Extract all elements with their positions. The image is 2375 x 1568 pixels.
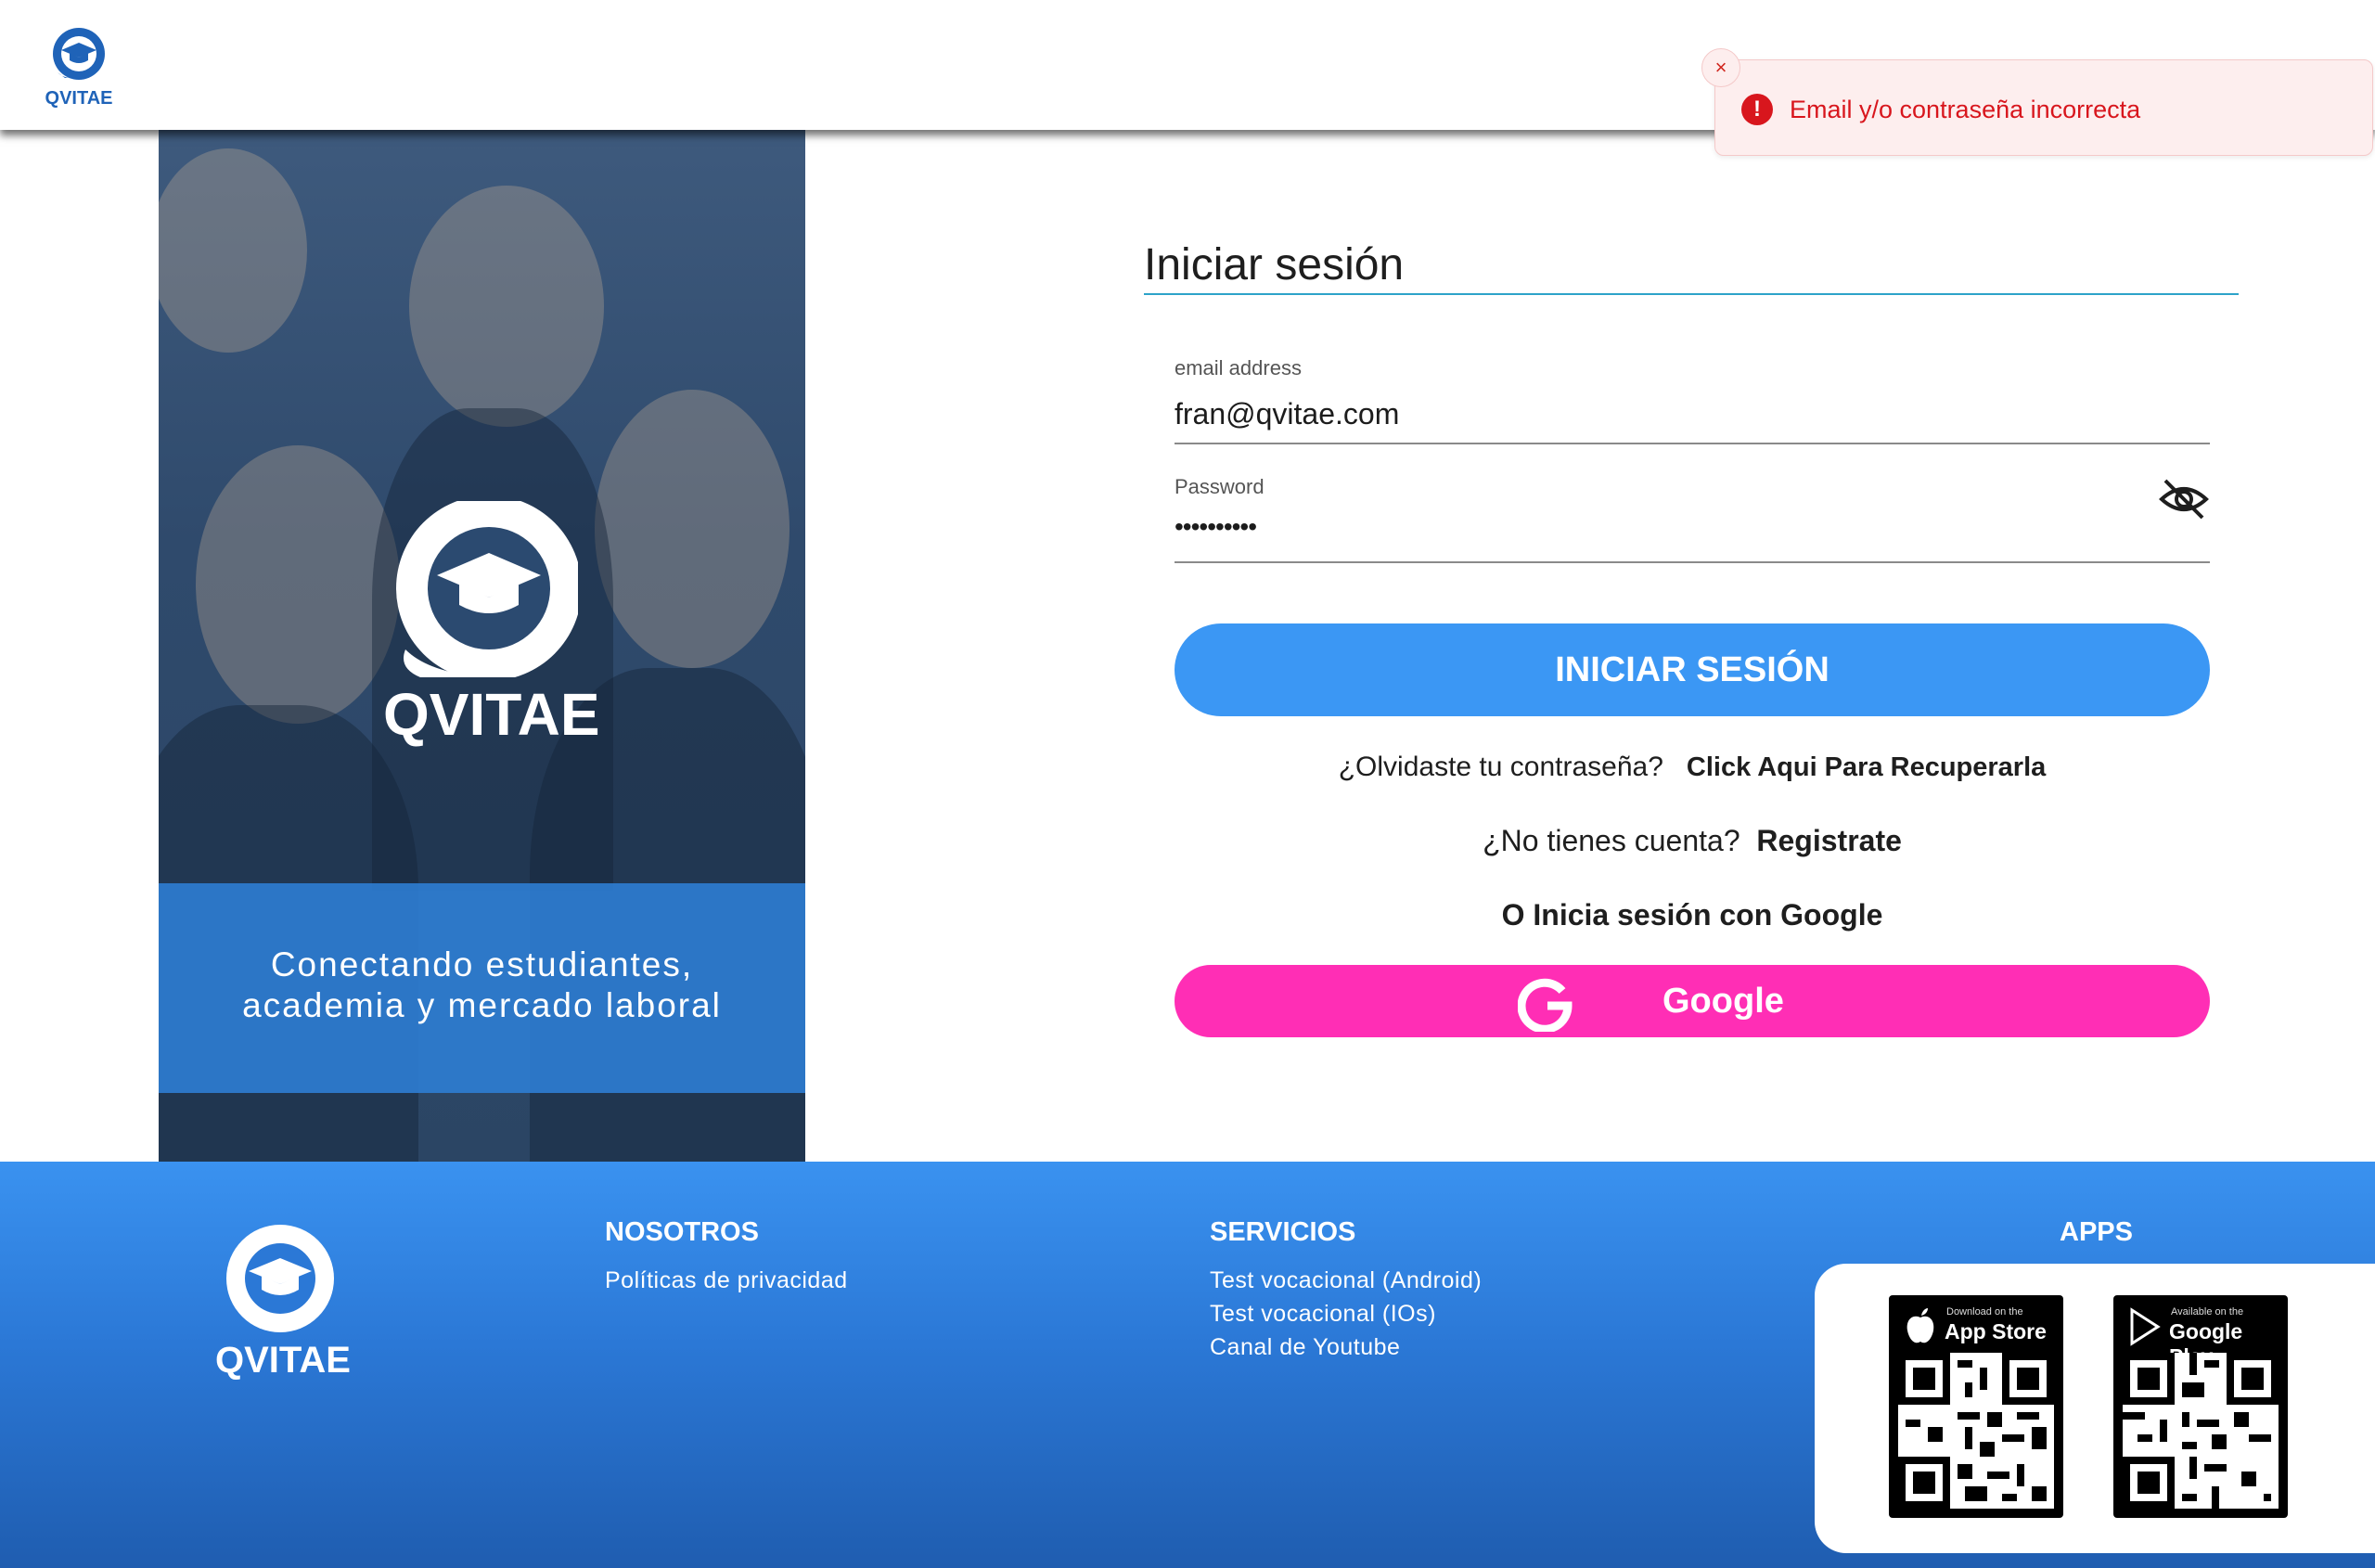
toast-close-button[interactable]: × <box>1701 48 1740 87</box>
app-store-big-text: App Store <box>1945 1319 2047 1343</box>
error-message: Email y/o contraseña incorrecta <box>1790 96 2141 123</box>
vocational-test-ios-link[interactable]: Test vocacional (IOs) <box>1210 1301 1436 1328</box>
hero-logo: QVITAE <box>383 495 600 761</box>
footer: QVITAE NOSOTROS Políticas de privacidad … <box>0 1162 2375 1568</box>
error-toast: ! Email y/o contraseña incorrecta <box>1714 59 2373 156</box>
password-underline <box>1175 561 2210 563</box>
footer-logo-mark-icon <box>226 1225 334 1332</box>
logo-mark-icon <box>53 28 105 80</box>
google-g-icon <box>1518 978 1573 1032</box>
google-play-qr-code <box>2123 1353 2279 1509</box>
forgot-password-text: ¿Olvidaste tu contraseña? <box>1338 752 1663 782</box>
google-signin-button[interactable]: Google <box>1175 965 2210 1037</box>
no-account-text: ¿No tienes cuenta? <box>1483 824 1740 857</box>
footer-heading-apps: APPS <box>2060 1217 2133 1247</box>
header-logo-text: QVITAE <box>45 88 113 109</box>
forgot-password-row: ¿Olvidaste tu contraseña? Click Aqui Par… <box>1175 752 2210 783</box>
recover-password-link[interactable]: Click Aqui Para Recuperarla <box>1687 752 2046 782</box>
password-label: Password <box>1175 475 1265 498</box>
google-prompt: O Inicia sesión con Google <box>1501 898 1883 932</box>
apps-card: Download on the App Store Available on t… <box>1815 1264 2375 1553</box>
hero-logo-mark-icon <box>396 495 582 681</box>
hero-photo-person <box>196 445 400 724</box>
hero-tagline-line-1: Conectando estudiantes, <box>270 945 694 983</box>
play-store-icon <box>2130 1307 2161 1346</box>
eye-off-icon[interactable] <box>2158 473 2210 525</box>
hero-photo-person <box>159 148 307 353</box>
app-store-small-text: Download on the <box>1946 1306 2023 1317</box>
youtube-channel-link[interactable]: Canal de Youtube <box>1210 1334 1400 1361</box>
email-field[interactable]: fran@qvitae.com <box>1175 397 1399 431</box>
google-play-small-text: Available on the <box>2171 1306 2244 1317</box>
google-button-label: Google <box>1662 982 1784 1021</box>
login-button[interactable]: INICIAR SESIÓN <box>1175 623 2210 716</box>
email-label: email address <box>1175 356 1302 379</box>
error-icon: ! <box>1741 94 1773 125</box>
header-logo[interactable]: QVITAE <box>45 24 113 109</box>
app-store-qr-code <box>1898 1353 2054 1509</box>
google-play-badge[interactable]: Available on the Google Play <box>2113 1295 2288 1518</box>
footer-heading-nosotros: NOSOTROS <box>605 1217 759 1247</box>
title-divider <box>1144 293 2239 295</box>
hero-logo-text: QVITAE <box>383 681 600 748</box>
vocational-test-android-link[interactable]: Test vocacional (Android) <box>1210 1267 1482 1294</box>
footer-heading-servicios: SERVICIOS <box>1210 1217 1356 1247</box>
hero-photo-person <box>595 390 790 668</box>
email-underline <box>1175 443 2210 444</box>
footer-logo[interactable]: QVITAE <box>215 1223 351 1381</box>
hero-panel: QVITAE Conectando estudiantes, academia … <box>159 130 805 1162</box>
register-row: ¿No tienes cuenta? Registrate <box>1175 824 2210 858</box>
hero-tagline-line-2: academia y mercado laboral <box>242 986 722 1024</box>
app-store-badge[interactable]: Download on the App Store <box>1889 1295 2063 1518</box>
apple-icon <box>1906 1308 1934 1343</box>
privacy-policy-link[interactable]: Políticas de privacidad <box>605 1267 848 1294</box>
password-field[interactable]: •••••••••• <box>1175 512 1257 542</box>
hero-tagline: Conectando estudiantes, academia y merca… <box>159 945 805 1026</box>
login-title: Iniciar sesión <box>1144 240 1405 289</box>
footer-logo-text: QVITAE <box>215 1340 351 1381</box>
register-link[interactable]: Registrate <box>1756 824 1902 857</box>
hero-photo-person <box>409 186 604 427</box>
